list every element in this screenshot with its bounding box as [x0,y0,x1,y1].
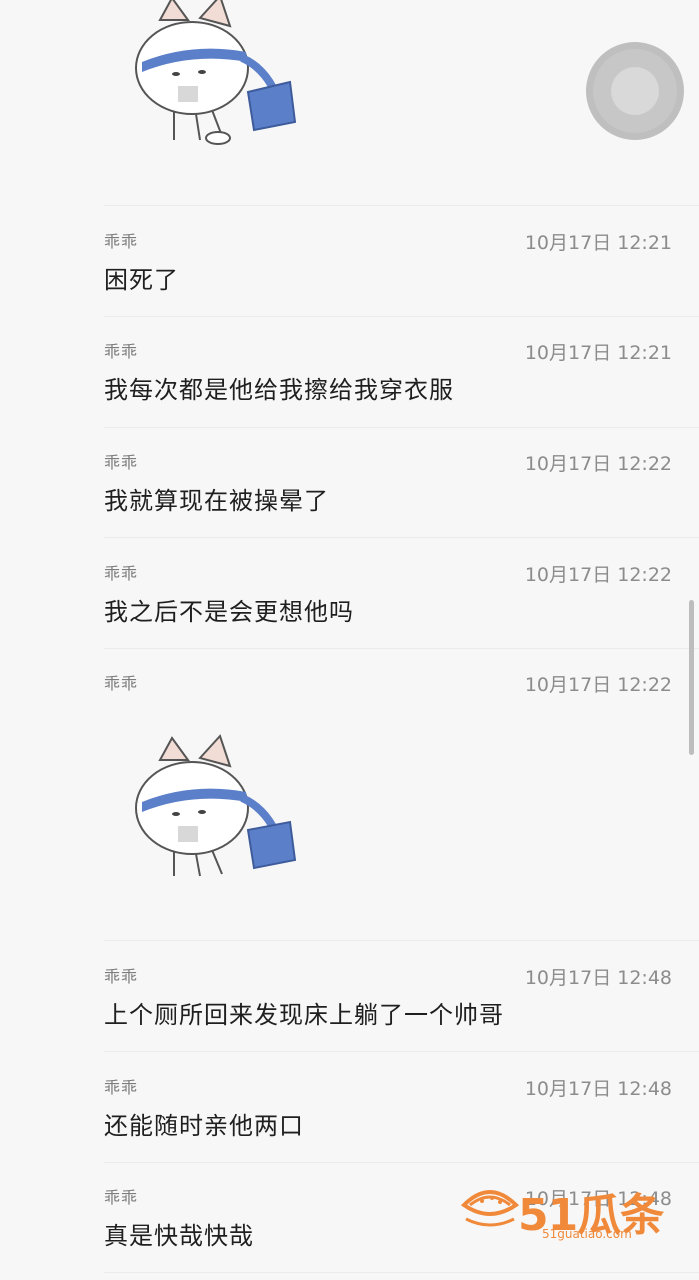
watermark-url: 51guatiao.com [542,1227,632,1241]
scrollbar-thumb[interactable] [689,600,694,755]
watermelon-icon [460,1190,520,1227]
message-item[interactable]: 乖乖 10月17日 12:48 还能随时亲他两口 [104,1074,672,1144]
divider [104,940,699,941]
message-time: 10月17日 12:22 [524,674,672,696]
message-time: 10月17日 12:21 [524,342,672,364]
message-time: 10月17日 12:48 [524,967,672,989]
floating-action-button[interactable] [586,42,684,140]
divider [104,648,699,649]
watermark-logo: 51瓜条 51guatiao.com [460,1177,690,1247]
message-time: 10月17日 12:21 [524,232,672,254]
message-text: 我就算现在被操晕了 [104,487,329,515]
chat-history-list: 乖乖 10月17日 12:21 困死了 乖乖 10月17日 12:21 我每次都… [0,0,699,1280]
message-sender: 乖乖 [104,453,139,472]
divider [104,1272,699,1273]
message-item[interactable]: 乖乖 10月17日 12:22 [104,670,672,710]
message-sender: 乖乖 [104,564,139,583]
divider [104,537,699,538]
message-item[interactable]: 乖乖 10月17日 12:22 我之后不是会更想他吗 [104,560,672,630]
message-sender: 乖乖 [104,1188,139,1207]
divider [104,427,699,428]
message-sender: 乖乖 [104,342,139,361]
cat-sticker-image[interactable] [130,0,300,150]
message-time: 10月17日 12:22 [524,453,672,475]
message-text: 上个厕所回来发现床上躺了一个帅哥 [104,1001,504,1029]
divider [104,316,699,317]
divider [104,205,699,206]
message-text: 我之后不是会更想他吗 [104,598,354,626]
message-text: 还能随时亲他两口 [104,1112,304,1140]
message-item[interactable]: 乖乖 10月17日 12:22 我就算现在被操晕了 [104,449,672,519]
message-sender: 乖乖 [104,674,139,693]
message-sender: 乖乖 [104,1078,139,1097]
message-sender: 乖乖 [104,232,139,251]
message-item[interactable]: 乖乖 10月17日 12:48 上个厕所回来发现床上躺了一个帅哥 [104,963,672,1033]
message-time: 10月17日 12:22 [524,564,672,586]
message-text: 真是快哉快哉 [104,1222,254,1250]
message-time: 10月17日 12:48 [524,1078,672,1100]
divider [104,1162,699,1163]
message-item[interactable]: 乖乖 10月17日 12:21 我每次都是他给我擦给我穿衣服 [104,338,672,408]
message-sender: 乖乖 [104,967,139,986]
message-text: 困死了 [104,266,179,294]
message-text: 我每次都是他给我擦给我穿衣服 [104,376,454,404]
cat-sticker-image[interactable] [130,730,300,880]
divider [104,1051,699,1052]
message-item[interactable]: 乖乖 10月17日 12:21 困死了 [104,228,672,298]
